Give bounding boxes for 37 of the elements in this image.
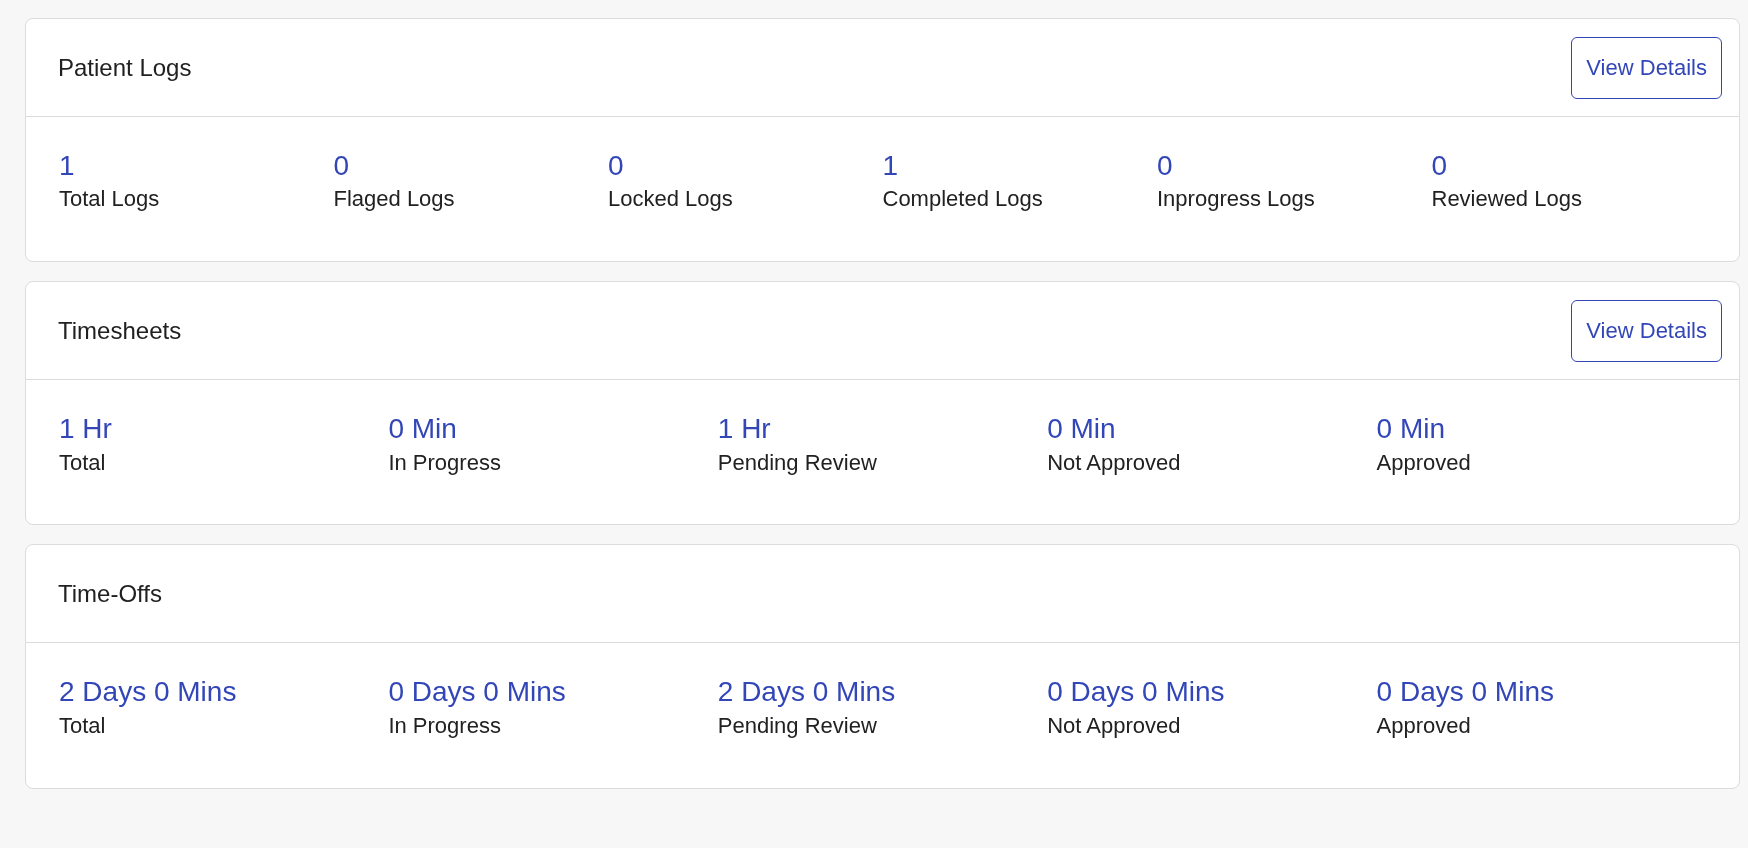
stat-value: 1 Hr <box>59 412 113 447</box>
stat-label: Total Logs <box>59 185 161 214</box>
stat-value: 0 Days 0 Mins <box>1047 675 1226 710</box>
stat-value: 0 <box>608 149 625 183</box>
stat-value: 0 Min <box>1376 412 1447 447</box>
stat-label: Total <box>59 448 107 477</box>
stat-value: 0 Days 0 Mins <box>388 675 567 710</box>
stat-value: 1 Hr <box>717 412 772 447</box>
stat-value: 1 <box>882 149 900 183</box>
card-title: Patient Logs <box>58 52 192 83</box>
card-title: Time-Offs <box>58 578 162 609</box>
stat-label: Total <box>59 711 107 740</box>
stat-value: 0 Min <box>388 412 458 447</box>
stat-value: 0 <box>1157 149 1174 183</box>
view-details-button[interactable]: View Details <box>1571 36 1722 99</box>
stat-value: 2 Days 0 Mins <box>717 675 897 710</box>
stat-value: 1 <box>59 149 76 183</box>
stat-label: Not Approved <box>1047 711 1182 740</box>
stat-value: 0 <box>333 149 351 183</box>
stat-label: In Progress <box>388 711 502 740</box>
stat-label: Pending Review <box>717 448 878 477</box>
stat-label: Approved <box>1376 448 1472 477</box>
stat-label: Approved <box>1376 711 1472 740</box>
stat-value: 0 <box>1431 149 1449 183</box>
stat-label: Completed Logs <box>882 185 1044 214</box>
stat-label: Inprogress Logs <box>1157 185 1316 214</box>
view-details-button[interactable]: View Details <box>1571 299 1722 362</box>
stat-label: Reviewed Logs <box>1431 185 1583 214</box>
stat-label: Pending Review <box>717 711 878 740</box>
stat-value: 0 Days 0 Mins <box>1376 675 1555 710</box>
stat-value: 0 Min <box>1047 412 1117 447</box>
stat-label: Locked Logs <box>608 185 734 214</box>
stat-value: 2 Days 0 Mins <box>59 675 238 710</box>
card-title: Timesheets <box>58 315 182 346</box>
stat-label: Flaged Logs <box>333 185 456 214</box>
stat-label: Not Approved <box>1047 448 1182 477</box>
stat-label: In Progress <box>388 448 502 477</box>
